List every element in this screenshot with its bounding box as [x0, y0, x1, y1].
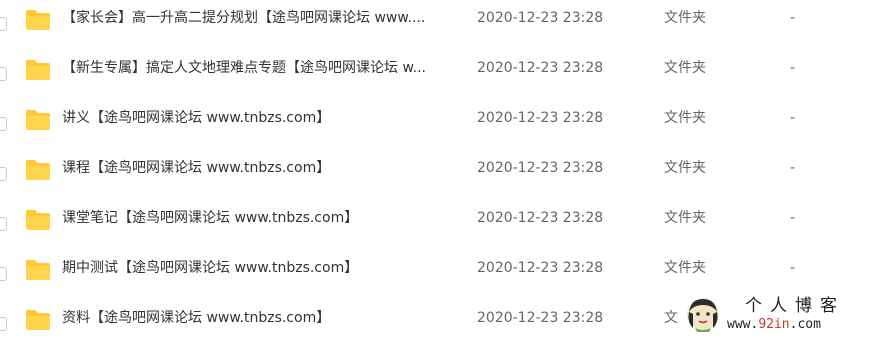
- file-type: 文件夹: [664, 60, 706, 76]
- file-name[interactable]: 期中测试【途鸟吧网课论坛 www.tnbzs.com】: [62, 258, 457, 278]
- watermark-url-suffix: .com: [789, 317, 821, 332]
- file-size: -: [790, 210, 796, 226]
- file-list: 【家长会】高一升高二提分规划【途鸟吧网课论坛 www.... 2020-12-2…: [0, 0, 878, 338]
- file-size: -: [790, 60, 796, 76]
- modified-date: 2020-12-23 23:28: [477, 210, 604, 226]
- folder-icon: [26, 210, 50, 230]
- folder-icon: [26, 260, 50, 280]
- folder-icon: [26, 60, 50, 80]
- row-checkbox[interactable]: [0, 217, 7, 231]
- file-name[interactable]: 资料【途鸟吧网课论坛 www.tnbzs.com】: [62, 308, 457, 328]
- file-name[interactable]: 课程【途鸟吧网课论坛 www.tnbzs.com】: [62, 158, 457, 178]
- file-row[interactable]: 课堂笔记【途鸟吧网课论坛 www.tnbzs.com】 2020-12-23 2…: [0, 200, 878, 250]
- avatar-icon: [687, 298, 719, 332]
- file-name[interactable]: 【新生专属】搞定人文地理难点专题【途鸟吧网课论坛 w...: [62, 58, 457, 78]
- file-type: 文件夹: [664, 260, 706, 276]
- file-type: 文件夹: [664, 210, 706, 226]
- watermark: 个人博客 www.92in.com: [681, 290, 878, 338]
- row-checkbox[interactable]: [0, 267, 7, 281]
- file-size: -: [790, 110, 796, 126]
- watermark-url-accent: 92in: [758, 317, 790, 332]
- folder-icon: [26, 160, 50, 180]
- file-type: 文: [664, 310, 678, 326]
- folder-icon: [26, 110, 50, 130]
- file-row[interactable]: 【家长会】高一升高二提分规划【途鸟吧网课论坛 www.... 2020-12-2…: [0, 0, 878, 50]
- file-type: 文件夹: [664, 160, 706, 176]
- modified-date: 2020-12-23 23:28: [477, 160, 604, 176]
- row-checkbox[interactable]: [0, 167, 7, 181]
- file-row[interactable]: 【新生专属】搞定人文地理难点专题【途鸟吧网课论坛 w... 2020-12-23…: [0, 50, 878, 100]
- file-type: 文件夹: [664, 10, 706, 26]
- row-checkbox[interactable]: [0, 117, 7, 131]
- file-size: -: [790, 160, 796, 176]
- file-row[interactable]: 讲义【途鸟吧网课论坛 www.tnbzs.com】 2020-12-23 23:…: [0, 100, 878, 150]
- watermark-url: www.92in.com: [727, 316, 821, 334]
- file-size: -: [790, 260, 796, 276]
- row-checkbox[interactable]: [0, 317, 7, 331]
- modified-date: 2020-12-23 23:28: [477, 260, 604, 276]
- modified-date: 2020-12-23 23:28: [477, 110, 604, 126]
- folder-icon: [26, 10, 50, 30]
- row-checkbox[interactable]: [0, 67, 7, 81]
- watermark-url-prefix: www.: [727, 317, 759, 332]
- modified-date: 2020-12-23 23:28: [477, 60, 604, 76]
- watermark-title: 个人博客: [745, 296, 845, 316]
- row-checkbox[interactable]: [0, 17, 7, 31]
- file-name[interactable]: 课堂笔记【途鸟吧网课论坛 www.tnbzs.com】: [62, 208, 457, 228]
- file-name[interactable]: 【家长会】高一升高二提分规划【途鸟吧网课论坛 www....: [62, 8, 457, 28]
- modified-date: 2020-12-23 23:28: [477, 10, 604, 26]
- file-name[interactable]: 讲义【途鸟吧网课论坛 www.tnbzs.com】: [62, 108, 457, 128]
- file-type: 文件夹: [664, 110, 706, 126]
- file-row[interactable]: 课程【途鸟吧网课论坛 www.tnbzs.com】 2020-12-23 23:…: [0, 150, 878, 200]
- modified-date: 2020-12-23 23:28: [477, 310, 604, 326]
- folder-icon: [26, 310, 50, 330]
- file-size: -: [790, 10, 796, 26]
